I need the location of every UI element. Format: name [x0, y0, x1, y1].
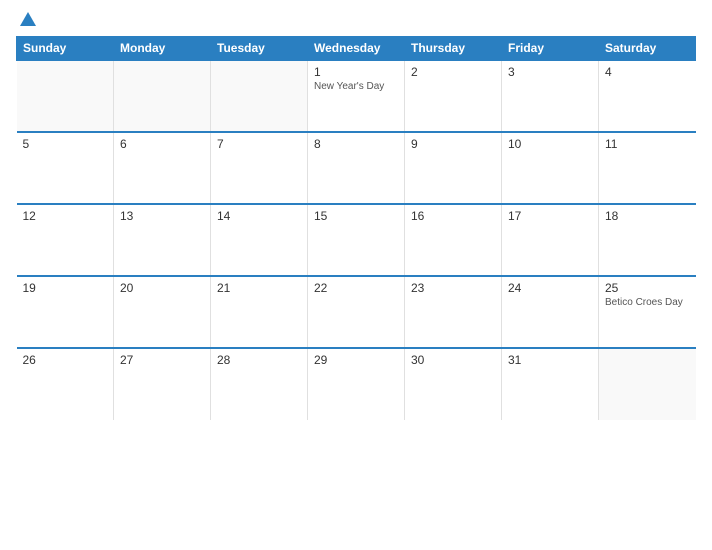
weekday-header-tuesday: Tuesday [211, 37, 308, 61]
day-number: 22 [314, 281, 398, 295]
calendar-week-row: 56789 10 11 [17, 132, 696, 204]
day-number: 26 [23, 353, 108, 367]
day-number: 29 [314, 353, 398, 367]
calendar-cell [114, 60, 211, 132]
holiday-label: Betico Croes Day [605, 297, 690, 309]
calendar-cell: 26 [17, 348, 114, 420]
day-number: 10 [508, 137, 592, 151]
calendar-cell: 20 [114, 276, 211, 348]
calendar-cell: 25 Betico Croes Day [599, 276, 696, 348]
weekday-header-monday: Monday [114, 37, 211, 61]
calendar-cell: 18 [599, 204, 696, 276]
calendar-cell: 10 [502, 132, 599, 204]
weekday-header-friday: Friday [502, 37, 599, 61]
weekday-header-saturday: Saturday [599, 37, 696, 61]
day-number: 15 [314, 209, 398, 223]
calendar-week-row: 12 13 14 15 16 17 18 [17, 204, 696, 276]
calendar-cell: 14 [211, 204, 308, 276]
day-number: 12 [23, 209, 108, 223]
calendar-cell: 9 [405, 132, 502, 204]
day-number: 6 [120, 137, 204, 151]
logo-triangle-icon [20, 12, 36, 26]
day-number: 18 [605, 209, 690, 223]
calendar-cell: 2 [405, 60, 502, 132]
day-number: 11 [605, 137, 690, 151]
day-number: 30 [411, 353, 495, 367]
calendar-cell: 8 [308, 132, 405, 204]
calendar-cell: 7 [211, 132, 308, 204]
day-number: 31 [508, 353, 592, 367]
calendar-cell: 30 [405, 348, 502, 420]
calendar-cell [599, 348, 696, 420]
day-number: 23 [411, 281, 495, 295]
day-number: 20 [120, 281, 204, 295]
calendar-cell: 24 [502, 276, 599, 348]
day-number: 27 [120, 353, 204, 367]
day-number: 3 [508, 65, 592, 79]
calendar-cell: 27 [114, 348, 211, 420]
day-number: 7 [217, 137, 301, 151]
calendar-cell: 13 [114, 204, 211, 276]
calendar-cell: 11 [599, 132, 696, 204]
day-number: 1 [314, 65, 398, 79]
day-number: 16 [411, 209, 495, 223]
day-number: 2 [411, 65, 495, 79]
day-number: 24 [508, 281, 592, 295]
holiday-label: New Year's Day [314, 81, 398, 93]
day-number: 19 [23, 281, 108, 295]
calendar-cell: 23 [405, 276, 502, 348]
day-number: 5 [23, 137, 108, 151]
calendar-cell: 31 [502, 348, 599, 420]
day-number: 8 [314, 137, 398, 151]
calendar-cell: 1 New Year's Day [308, 60, 405, 132]
calendar-cell: 19 [17, 276, 114, 348]
calendar-cell: 12 [17, 204, 114, 276]
day-number: 14 [217, 209, 301, 223]
calendar-cell: 4 [599, 60, 696, 132]
calendar-cell: 3 [502, 60, 599, 132]
calendar-cell: 6 [114, 132, 211, 204]
weekday-header-sunday: Sunday [17, 37, 114, 61]
day-number: 21 [217, 281, 301, 295]
weekday-header-wednesday: Wednesday [308, 37, 405, 61]
calendar-week-row: 19 20 21 22 23 24 25 Betico Croes Day [17, 276, 696, 348]
calendar-page: SundayMondayTuesdayWednesdayThursdayFrid… [0, 0, 712, 550]
calendar-table: SundayMondayTuesdayWednesdayThursdayFrid… [16, 36, 696, 420]
day-number: 4 [605, 65, 690, 79]
weekday-header-row: SundayMondayTuesdayWednesdayThursdayFrid… [17, 37, 696, 61]
day-number: 17 [508, 209, 592, 223]
calendar-cell: 21 [211, 276, 308, 348]
weekday-header-thursday: Thursday [405, 37, 502, 61]
calendar-header [16, 12, 696, 28]
calendar-week-row: 26 27 28 29 30 31 [17, 348, 696, 420]
day-number: 28 [217, 353, 301, 367]
calendar-cell: 5 [17, 132, 114, 204]
day-number: 9 [411, 137, 495, 151]
calendar-cell: 16 [405, 204, 502, 276]
calendar-cell: 22 [308, 276, 405, 348]
calendar-cell [211, 60, 308, 132]
calendar-cell: 28 [211, 348, 308, 420]
calendar-cell: 15 [308, 204, 405, 276]
calendar-cell: 17 [502, 204, 599, 276]
calendar-cell [17, 60, 114, 132]
day-number: 25 [605, 281, 690, 295]
day-number: 13 [120, 209, 204, 223]
calendar-week-row: 1 New Year's Day 234 [17, 60, 696, 132]
calendar-cell: 29 [308, 348, 405, 420]
logo [16, 12, 36, 28]
